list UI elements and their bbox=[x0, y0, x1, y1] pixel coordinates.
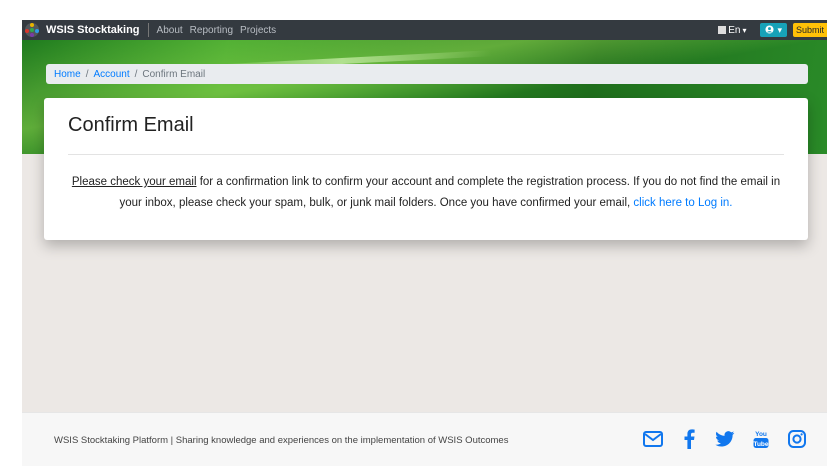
social-links: You Tube bbox=[642, 428, 822, 450]
nav-link-reporting[interactable]: Reporting bbox=[190, 25, 233, 36]
facebook-icon[interactable] bbox=[678, 428, 700, 450]
email-icon[interactable] bbox=[642, 428, 664, 450]
page-title: Confirm Email bbox=[68, 114, 194, 136]
footer: WSIS Stocktaking Platform | Sharing know… bbox=[22, 412, 827, 466]
chevron-down-icon: ▾ bbox=[742, 25, 747, 35]
nav-link-projects[interactable]: Projects bbox=[240, 25, 276, 36]
brand-link[interactable]: WSIS Stocktaking bbox=[46, 24, 140, 36]
instagram-icon[interactable] bbox=[786, 428, 808, 450]
breadcrumb-account[interactable]: Account bbox=[93, 69, 129, 80]
svg-text:You: You bbox=[755, 431, 767, 438]
svg-text:Tube: Tube bbox=[753, 441, 768, 448]
language-label: En bbox=[728, 24, 741, 36]
submit-button[interactable]: Submit bbox=[792, 23, 827, 37]
page-frame: WSIS Stocktaking About Reporting Project… bbox=[22, 20, 827, 466]
user-caret-icon: ▾ bbox=[777, 24, 782, 35]
breadcrumb-separator: / bbox=[85, 68, 89, 80]
check-email-link[interactable]: Please check your email bbox=[72, 176, 197, 188]
language-dropdown[interactable]: En ▾ bbox=[718, 25, 746, 36]
confirm-message: Please check your email for a confirmati… bbox=[68, 172, 784, 214]
user-icon bbox=[765, 24, 775, 36]
twitter-icon[interactable] bbox=[714, 428, 736, 450]
title-divider bbox=[68, 154, 784, 155]
youtube-icon[interactable]: You Tube bbox=[750, 428, 772, 450]
breadcrumb-home[interactable]: Home bbox=[54, 69, 81, 80]
language-flag-icon bbox=[718, 26, 727, 34]
login-link[interactable]: click here to Log in. bbox=[633, 197, 732, 209]
footer-text: WSIS Stocktaking Platform | Sharing know… bbox=[54, 435, 509, 446]
confirm-email-card: Confirm Email Please check your email fo… bbox=[44, 98, 808, 240]
breadcrumb-current: Confirm Email bbox=[142, 68, 206, 80]
navbar-right: En ▾ ▾ Submit bbox=[718, 20, 827, 40]
user-menu-button[interactable]: ▾ bbox=[760, 23, 787, 37]
nav-link-about[interactable]: About bbox=[157, 25, 183, 36]
top-navbar: WSIS Stocktaking About Reporting Project… bbox=[22, 20, 827, 40]
nav-divider bbox=[147, 23, 149, 37]
breadcrumb: Home / Account / Confirm Email bbox=[46, 64, 808, 84]
breadcrumb-separator: / bbox=[134, 68, 138, 80]
wsis-logo-icon[interactable] bbox=[24, 22, 40, 38]
